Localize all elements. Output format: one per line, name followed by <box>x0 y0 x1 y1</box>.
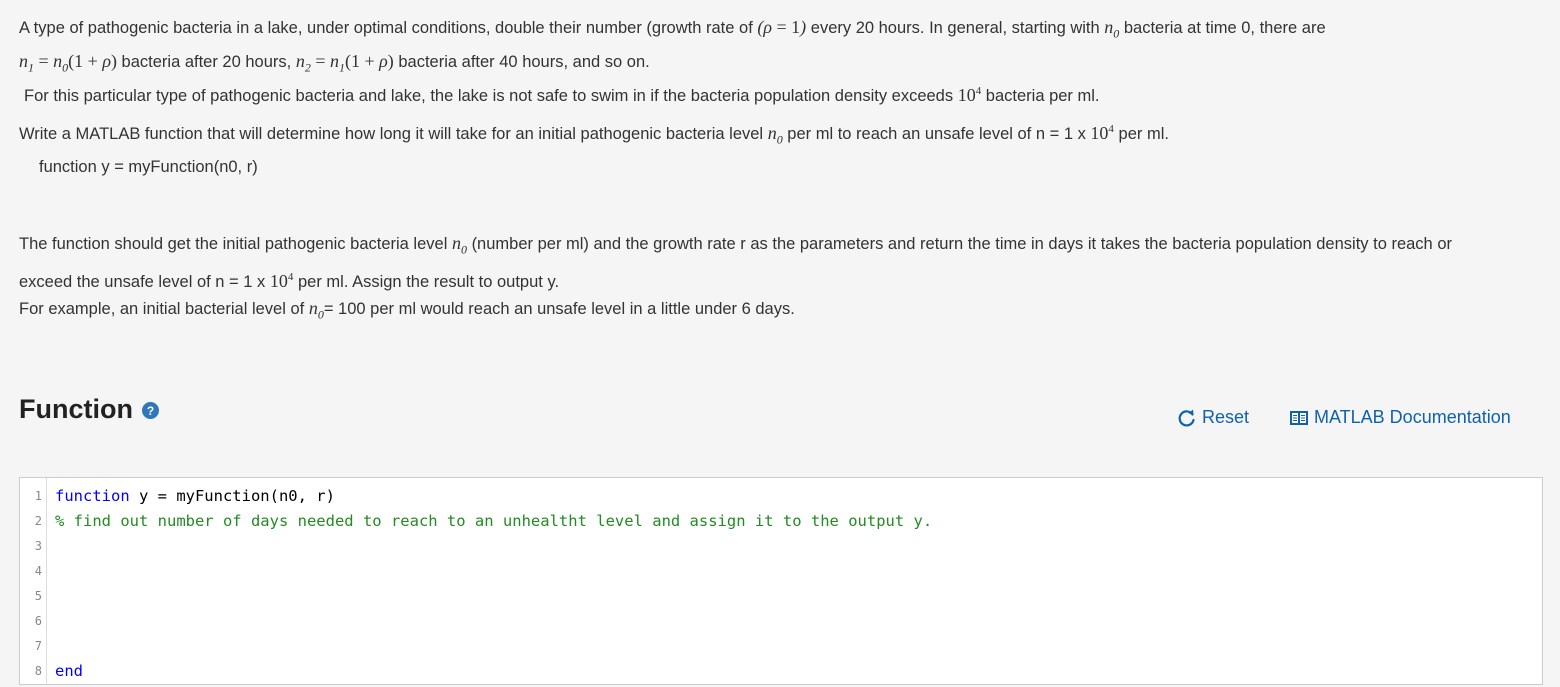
line-number: 7 <box>34 639 42 653</box>
code-line[interactable]: 6 <box>20 609 1542 634</box>
rho-symbol: ρ <box>763 17 773 37</box>
code-editor[interactable]: 1 function y = myFunction(n0, r) 2 % fin… <box>19 477 1543 685</box>
rho-value: = 1 <box>772 17 801 37</box>
line-number: 3 <box>34 539 42 553</box>
problem-paragraph-task: Write a MATLAB function that will determ… <box>19 116 1519 154</box>
line-number: 4 <box>34 564 42 578</box>
code-plain: y = myFunction(n0, r) <box>129 487 335 505</box>
spec-text-3: per ml. Assign the result to output y. <box>297 272 560 291</box>
threshold-text-2: bacteria per ml. <box>985 87 1100 105</box>
spec-text-1: The function should get the initial path… <box>19 235 448 253</box>
n-letter: n <box>451 233 461 253</box>
exponent-4: 4 <box>1108 123 1114 135</box>
n-letter: n <box>295 50 305 71</box>
n0-symbol: n0 <box>1104 17 1119 41</box>
exponent-4: 4 <box>975 85 982 97</box>
example-text-2: = 100 per ml would reach an unsafe level… <box>323 300 795 318</box>
function-section-heading: Function ? <box>19 394 159 425</box>
line-number: 2 <box>34 514 42 528</box>
rho-symbol: ρ <box>379 50 388 71</box>
line-number: 8 <box>34 664 42 678</box>
subscript-0: 0 <box>460 242 467 257</box>
intro-text-4: bacteria after 20 hours, <box>121 52 292 71</box>
subscript-0: 0 <box>776 132 783 147</box>
intro-text-5: bacteria after 40 hours, and so on. <box>398 52 650 71</box>
n0-symbol: n0 <box>308 298 324 322</box>
task-text-1: Write a MATLAB function that will determ… <box>19 125 764 143</box>
code-line[interactable]: 2 % find out number of days needed to re… <box>20 509 1542 534</box>
refresh-icon <box>1177 408 1197 428</box>
plus-open: (1 + <box>344 50 380 71</box>
n0-symbol: n0 <box>451 233 467 257</box>
equals-sign: = <box>34 50 54 71</box>
code-line[interactable]: 7 <box>20 634 1542 659</box>
keyword: function <box>55 487 130 505</box>
growth-rate-formula: (ρ = 1) <box>757 17 807 37</box>
line-number: 1 <box>34 489 42 503</box>
intro-text-3: bacteria at time 0, there are <box>1123 19 1326 37</box>
problem-paragraph-threshold: For this particular type of pathogenic b… <box>24 78 1519 110</box>
keyword: end <box>55 662 83 680</box>
threshold-text-1: For this particular type of pathogenic b… <box>24 87 954 105</box>
n0-symbol: n0 <box>767 123 783 147</box>
equals-sign: = <box>310 50 330 71</box>
problem-paragraph-intro: A type of pathogenic bacteria in a lake,… <box>19 14 1519 81</box>
task-text-2: per ml to reach an unsafe level of n = 1… <box>787 125 1086 143</box>
book-icon <box>1289 409 1309 427</box>
ten-base: 10 <box>957 85 976 105</box>
intro-text-1: A type of pathogenic bacteria in a lake,… <box>19 19 753 37</box>
help-icon[interactable]: ? <box>141 402 159 419</box>
docs-label: MATLAB Documentation <box>1314 407 1511 427</box>
problem-paragraph-example: For example, an initial bacterial level … <box>19 295 1499 329</box>
n-letter: n <box>767 123 777 143</box>
paren-close: ) <box>387 50 394 71</box>
ten-base: 10 <box>1090 123 1109 143</box>
code-text: function y = myFunction(n0, r) <box>55 484 335 509</box>
code-line[interactable]: 5 <box>20 584 1542 609</box>
n-letter: n <box>53 50 63 71</box>
code-line[interactable]: 1 function y = myFunction(n0, r) <box>20 484 1542 509</box>
threshold-value: 104 <box>1090 123 1114 143</box>
exponent-4: 4 <box>287 270 294 283</box>
matlab-documentation-link[interactable]: MATLAB Documentation <box>1289 407 1511 428</box>
code-comment: % find out number of days needed to reac… <box>55 512 933 530</box>
line-number: 5 <box>34 589 42 603</box>
n-letter: n <box>19 50 28 71</box>
subscript-0: 0 <box>1113 26 1120 41</box>
example-text-1: For example, an initial bacterial level … <box>19 300 305 318</box>
reset-label: Reset <box>1202 407 1250 427</box>
task-text-3: per ml. <box>1118 125 1169 143</box>
problem-paragraph-spec: The function should get the initial path… <box>19 230 1499 296</box>
code-line[interactable]: 8 end <box>20 659 1542 684</box>
n-letter: n <box>1104 17 1114 37</box>
n2-formula: n2 = n1(1 + ρ) <box>295 50 394 75</box>
line-number: 6 <box>34 614 42 628</box>
n1-formula: n1 = n0(1 + ρ) <box>19 50 117 75</box>
rho-symbol: ρ <box>102 50 111 71</box>
intro-text-2: every 20 hours. In general, starting wit… <box>810 19 1100 37</box>
threshold-value: 104 <box>958 85 982 105</box>
function-signature: function y = myFunction(n0, r) <box>39 158 258 176</box>
section-title: Function <box>19 394 133 424</box>
threshold-value: 104 <box>270 271 294 291</box>
n-letter: n <box>329 50 339 71</box>
code-line[interactable]: 3 <box>20 534 1542 559</box>
paren-close: ) <box>110 50 117 71</box>
n-letter: n <box>308 298 318 318</box>
ten-base: 10 <box>269 270 288 291</box>
plus-open: (1 + <box>68 50 103 71</box>
reset-button[interactable]: Reset <box>1177 407 1249 428</box>
code-line[interactable]: 4 <box>20 559 1542 584</box>
